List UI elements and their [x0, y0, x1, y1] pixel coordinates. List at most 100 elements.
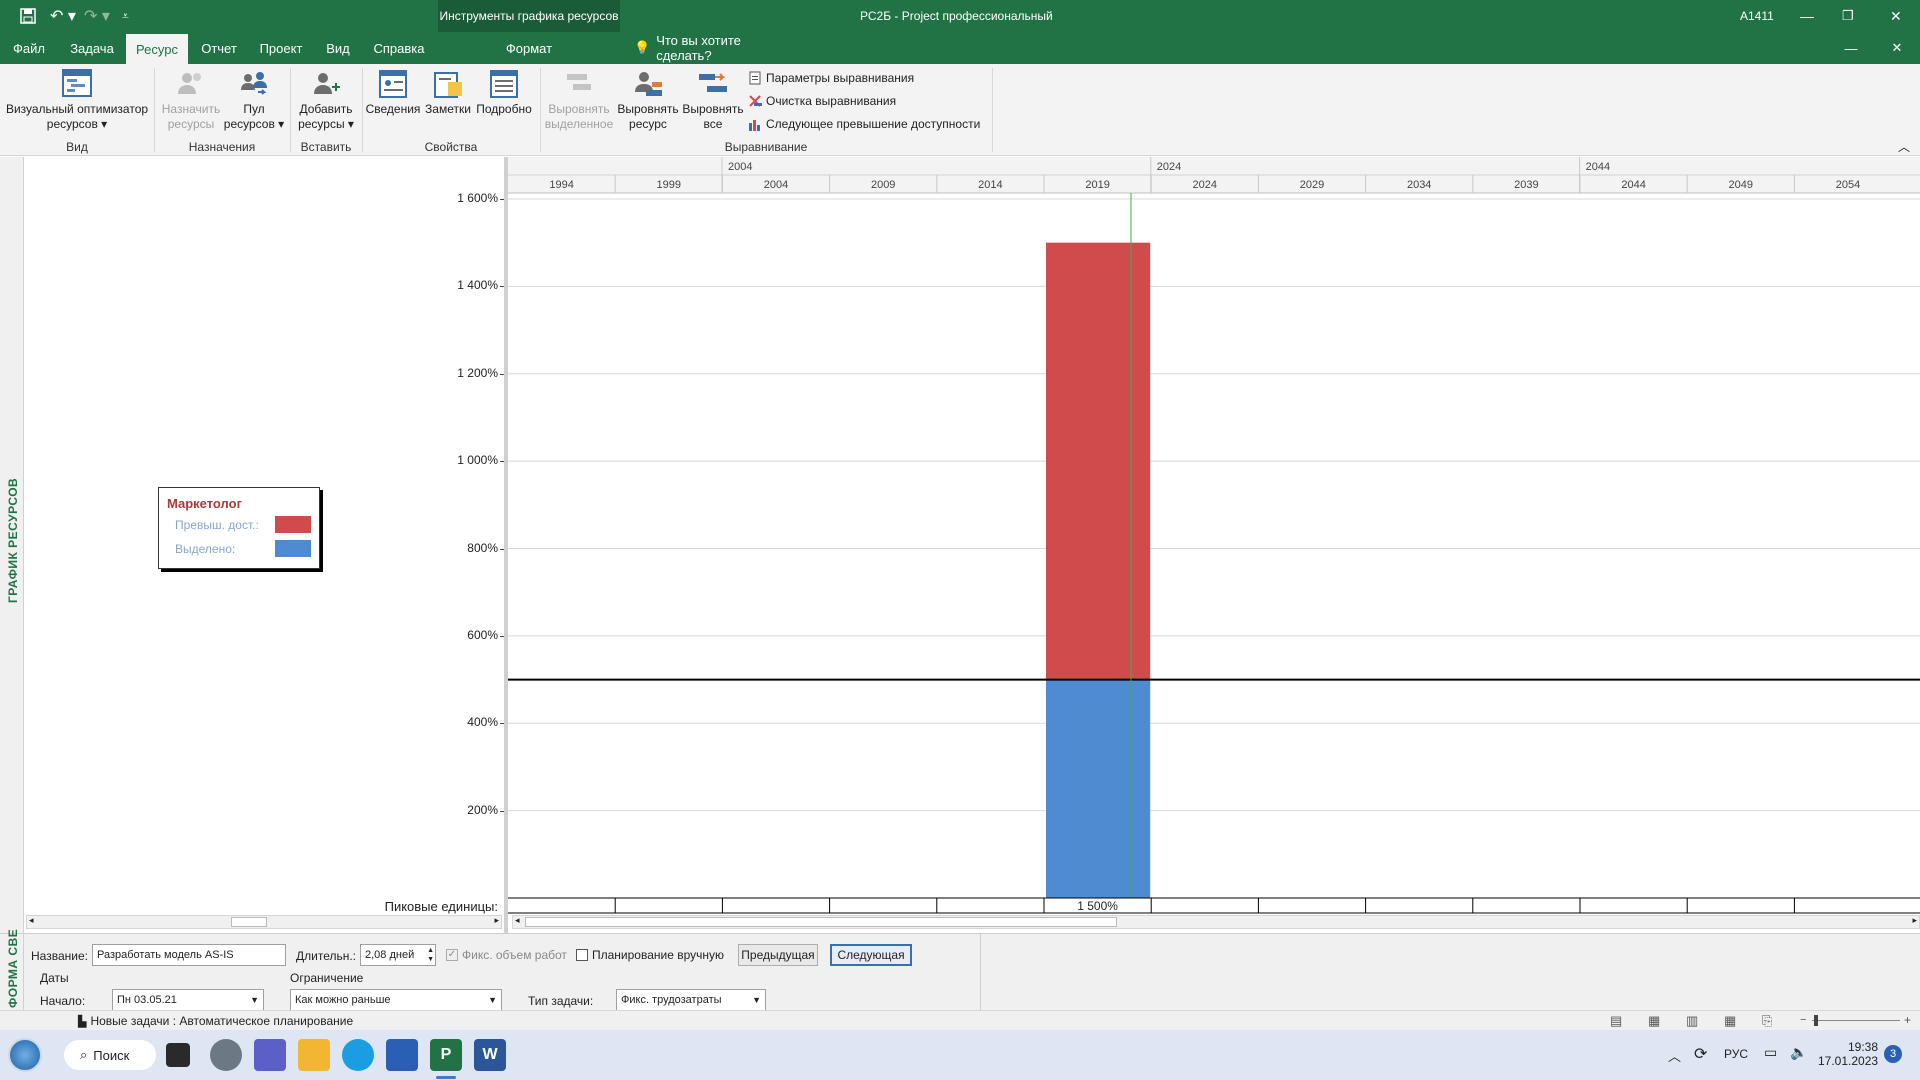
tab-format[interactable]: Формат [438, 32, 620, 64]
chevron-down-icon[interactable]: ▼ [752, 995, 761, 1005]
checkbox-checked-icon[interactable]: ✓ [446, 949, 458, 961]
volume-icon[interactable]: 🔈 [1790, 1044, 1807, 1061]
duration-field[interactable]: 2,08 дней ▲ ▼ [360, 944, 436, 966]
ribbon-tabs: Файл Задача Ресурс Отчет Проект Вид Спра… [0, 32, 1920, 64]
y-tick-mark [500, 373, 504, 375]
duration-spinner-icon[interactable]: ▲ ▼ [427, 946, 434, 964]
active-app-indicator [436, 1076, 456, 1079]
language-indicator[interactable]: РУС [1724, 1047, 1748, 1061]
project-app-icon[interactable]: P [430, 1039, 462, 1071]
add-resources-button[interactable]: Добавить ресурсы ▾ [294, 68, 358, 132]
information-button[interactable]: Сведения [364, 68, 422, 117]
close-doc-button[interactable]: ✕ [1882, 32, 1912, 64]
tab-help[interactable]: Справка [366, 32, 432, 64]
network-icon[interactable]: ▭ [1764, 1044, 1777, 1061]
zoom-slider-thumb[interactable] [1814, 1015, 1818, 1026]
teams-icon[interactable] [254, 1039, 286, 1071]
file-explorer-icon[interactable] [298, 1039, 330, 1071]
edge-icon[interactable] [342, 1039, 374, 1071]
restore-button[interactable]: ❐ [1842, 0, 1854, 32]
save-icon[interactable] [20, 0, 36, 32]
chevron-down-icon[interactable]: ▼ [488, 995, 497, 1005]
details-label: Подробно [476, 102, 532, 116]
group-label-insert: Вставить [300, 140, 352, 154]
notes-button[interactable]: Заметки [422, 68, 474, 117]
leveling-options-button[interactable]: Параметры выравнивания [748, 68, 914, 88]
scroll-left-icon[interactable]: ◂ [515, 915, 520, 926]
notification-badge[interactable]: 3 [1884, 1045, 1902, 1063]
task-type-dropdown[interactable]: Фикс. трудозатраты ▼ [616, 989, 766, 1011]
tab-report[interactable]: Отчет [194, 32, 244, 64]
undo-icon[interactable]: ↶ ▾ [50, 0, 76, 32]
start-date-dropdown[interactable]: Пн 03.05.21 ▼ [112, 989, 264, 1011]
word-app-icon[interactable]: W [474, 1039, 506, 1071]
settings-app-icon[interactable] [210, 1039, 242, 1071]
user-name[interactable]: А1411 [1740, 0, 1774, 32]
redo-icon[interactable]: ↷ ▾ [84, 0, 110, 32]
ribbon-separator [992, 68, 993, 152]
scroll-left-icon[interactable]: ◂ [29, 915, 34, 926]
close-button[interactable]: ✕ [1890, 0, 1902, 32]
timescale-major-label: 2024 [1157, 161, 1181, 173]
search-box[interactable]: ⌕ Поиск [64, 1040, 156, 1070]
zoom-out-button[interactable]: − [1800, 1014, 1806, 1026]
task-usage-view-icon[interactable]: ▤ [1610, 1013, 1622, 1029]
scroll-thumb[interactable] [525, 917, 1117, 927]
resource-graph-svg[interactable]: 2004 2024 2044 1994 1999 2004 2009 2014 2019 2024… [508, 157, 1920, 933]
task-view-icon[interactable] [166, 1043, 190, 1067]
resource-sheet-view-icon[interactable]: ▦ [1724, 1013, 1736, 1029]
visual-optimizer-label-1: Визуальный оптимизатор [5, 102, 149, 116]
minimize-button[interactable]: — [1800, 0, 1814, 32]
resource-pool-button[interactable]: Пул ресурсов ▾ [222, 68, 286, 132]
dates-group-label: Даты [40, 971, 69, 985]
tab-task[interactable]: Задача [62, 32, 122, 64]
scroll-right-icon[interactable]: ▸ [1912, 915, 1917, 926]
add-label-1: Добавить [299, 102, 353, 116]
tell-me-box[interactable]: 💡 Что вы хотите сделать? [634, 32, 794, 64]
level-all-button[interactable]: Выровнять все [680, 68, 746, 132]
level-selection-button[interactable]: Выровнять выделенное [544, 68, 614, 132]
task-name-label: Название: [31, 949, 88, 963]
constraint-dropdown[interactable]: Как можно раньше ▼ [290, 989, 502, 1011]
scroll-thumb[interactable] [231, 917, 267, 927]
details-button[interactable]: Подробно [474, 68, 534, 117]
collapse-ribbon-icon[interactable]: ︿ [1898, 138, 1910, 155]
resource-graph[interactable]: 2004 2024 2044 1994 1999 2004 2009 2014 2019 2024… [508, 157, 1920, 933]
previous-button[interactable]: Предыдущая [738, 944, 818, 966]
manual-scheduling-checkbox[interactable]: Планирование вручную [576, 948, 724, 962]
new-tasks-mode[interactable]: ▙ Новые задачи : Автоматическое планиров… [78, 1014, 353, 1028]
bar-segment-allocated [1046, 679, 1151, 898]
notes-label: Заметки [425, 102, 471, 116]
tab-resource[interactable]: Ресурс [126, 34, 188, 64]
level-resource-button[interactable]: Выровнять ресурс [614, 68, 682, 132]
tab-file[interactable]: Файл [0, 32, 58, 64]
sync-icon[interactable]: ⟳ [1694, 1044, 1707, 1064]
tab-project[interactable]: Проект [252, 32, 310, 64]
minimize-doc-button[interactable]: — [1836, 32, 1866, 64]
ribbon: Визуальный оптимизатор ресурсов ▾ Назнач… [0, 64, 1920, 156]
zoom-in-button[interactable]: + [1904, 1013, 1911, 1027]
zoom-slider[interactable] [1812, 1020, 1900, 1021]
chevron-down-icon[interactable]: ▼ [250, 995, 259, 1005]
start-button[interactable] [8, 1038, 42, 1072]
clear-leveling-button[interactable]: Очистка выравнивания [748, 91, 896, 111]
fixed-work-checkbox[interactable]: ✓ Фикс. объем работ [446, 948, 567, 962]
customize-qat-icon[interactable]: ⩡ [122, 0, 129, 32]
next-overallocation-button[interactable]: Следующее превышение доступности [748, 114, 980, 134]
start-label: Начало: [40, 994, 86, 1008]
task-name-field[interactable]: Разработать модель AS-IS [92, 944, 286, 966]
gantt-view-icon[interactable]: ▦ [1648, 1013, 1660, 1029]
checkbox-empty-icon[interactable] [576, 949, 588, 961]
task-sheet-view-icon[interactable]: ▥ [1686, 1013, 1698, 1029]
store-icon[interactable] [386, 1039, 418, 1071]
scroll-right-icon[interactable]: ▸ [494, 915, 499, 926]
tab-view[interactable]: Вид [318, 32, 358, 64]
next-button[interactable]: Следующая [830, 944, 912, 966]
left-horizontal-scrollbar[interactable]: ◂ ▸ [26, 915, 502, 929]
chart-horizontal-scrollbar[interactable]: ◂ ▸ [512, 915, 1920, 929]
assign-resources-button[interactable]: Назначить ресурсы [158, 68, 224, 132]
tray-chevron-icon[interactable]: ︿ [1668, 1046, 1681, 1065]
report-view-icon[interactable]: ⎘ [1762, 1013, 1772, 1029]
clock[interactable]: 19:38 17.01.2023 [1818, 1040, 1878, 1068]
visual-optimizer-button[interactable]: Визуальный оптимизатор ресурсов ▾ [4, 68, 150, 132]
